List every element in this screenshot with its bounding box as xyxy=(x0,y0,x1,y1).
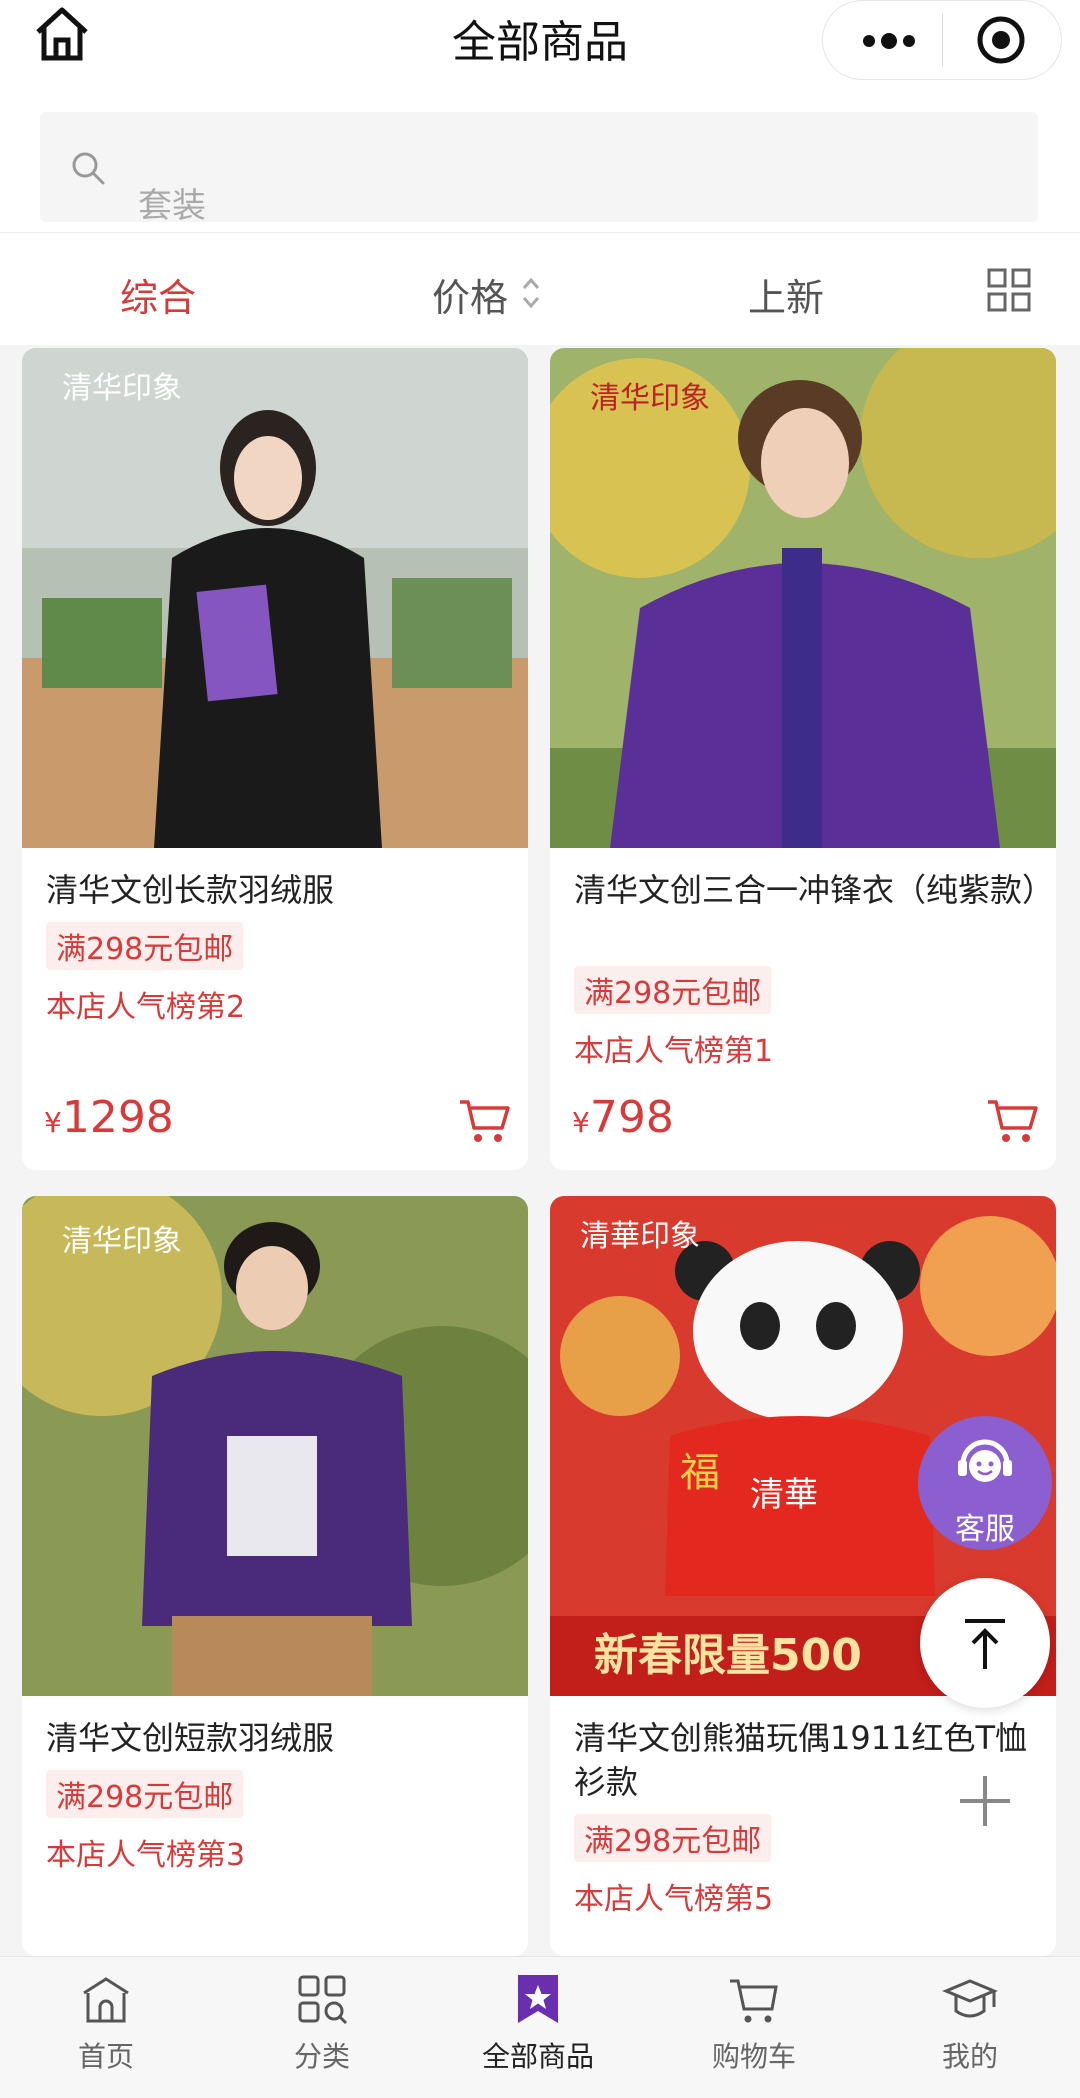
mini-program-capsule xyxy=(822,0,1062,80)
tab-price[interactable]: 价格 xyxy=(432,267,508,322)
search-icon xyxy=(72,152,105,185)
svg-text:新春限量500: 新春限量500 xyxy=(594,1630,862,1681)
tab-comprehensive[interactable]: 综合 xyxy=(120,267,196,322)
home-building-icon xyxy=(83,1977,129,2023)
product-card[interactable]: 清华印象 清华文创短款羽绒服 满298元包邮 本店人气榜第3 xyxy=(22,1196,528,1956)
sort-toggle-icon xyxy=(522,277,540,309)
grid-view-icon[interactable] xyxy=(986,267,1032,313)
price-value: 1298 xyxy=(61,1092,174,1143)
top-bar: 全部商品 xyxy=(0,0,1080,82)
price-value: 798 xyxy=(589,1092,674,1143)
shipping-badge: 满298元包邮 xyxy=(46,922,244,970)
product-image-purple-windbreaker: 清华印象 xyxy=(550,348,1056,848)
nav-item-mine[interactable]: 我的 xyxy=(890,1971,1050,2075)
product-name: 清华文创三合一冲锋衣（纯紫款） xyxy=(574,871,1055,909)
graduation-cap-icon xyxy=(942,1979,998,2018)
svg-text:清华印象: 清华印象 xyxy=(62,1224,182,1259)
nav-item-all-products[interactable]: 全部商品 xyxy=(458,1971,618,2075)
cart-icon xyxy=(730,1979,778,2023)
nav-label: 购物车 xyxy=(711,2040,796,2073)
add-to-cart-icon[interactable] xyxy=(458,1096,510,1144)
plus-icon[interactable] xyxy=(958,1774,1012,1828)
customer-service-button[interactable]: 客服 xyxy=(918,1416,1052,1550)
star-bookmark-icon xyxy=(518,1975,558,2023)
close-target-icon[interactable] xyxy=(976,15,1026,65)
tab-new[interactable]: 上新 xyxy=(748,267,824,322)
popularity-rank: 本店人气榜第3 xyxy=(46,1838,246,1873)
capsule-divider xyxy=(942,13,943,67)
back-to-top-button[interactable] xyxy=(920,1578,1050,1708)
svg-text:清華印象: 清華印象 xyxy=(580,1219,700,1254)
search-placeholder: 套装 xyxy=(138,186,206,222)
nav-item-home[interactable]: 首页 xyxy=(26,1971,186,2075)
search-section: 套装 xyxy=(0,82,1080,232)
product-name: 清华文创长款羽绒服 xyxy=(46,871,335,909)
bottom-navigation: 首页 分类 全部商品 购物车 我的 xyxy=(0,1956,1080,2098)
arrow-up-icon xyxy=(965,1619,1005,1669)
shipping-badge: 满298元包邮 xyxy=(46,1770,244,1818)
customer-service-label: 客服 xyxy=(955,1512,1015,1547)
popularity-rank: 本店人气榜第5 xyxy=(574,1882,774,1917)
popularity-rank: 本店人气榜第2 xyxy=(46,990,246,1025)
more-dots-icon[interactable] xyxy=(859,23,919,59)
nav-item-cart[interactable]: 购物车 xyxy=(674,1971,834,2075)
search-input[interactable]: 套装 xyxy=(40,112,1038,222)
nav-item-category[interactable]: 分类 xyxy=(242,1971,402,2075)
svg-text:清华印象: 清华印象 xyxy=(62,371,182,406)
nav-label: 分类 xyxy=(293,2040,350,2073)
product-price: ¥1298 xyxy=(44,1092,174,1143)
product-price: ¥798 xyxy=(572,1092,674,1143)
currency-symbol: ¥ xyxy=(572,1106,590,1139)
product-card[interactable]: 清華 福 新春限量500 清華印象 清华文创熊猫玩偶1911红色T恤衫款 满29… xyxy=(550,1196,1056,1956)
product-image-short-down-jacket: 清华印象 xyxy=(22,1196,528,1696)
category-grid-icon xyxy=(298,1975,348,2025)
product-name: 清华文创短款羽绒服 xyxy=(46,1719,335,1757)
product-card[interactable]: 清华印象 清华文创长款羽绒服 满298元包邮 本店人气榜第2 ¥1298 xyxy=(22,348,528,1170)
popularity-rank: 本店人气榜第1 xyxy=(574,1034,774,1069)
product-image-long-down-jacket: 清华印象 xyxy=(22,348,528,848)
headset-agent-icon xyxy=(958,1439,1012,1482)
svg-text:清华印象: 清华印象 xyxy=(590,381,710,416)
shipping-badge: 满298元包邮 xyxy=(574,966,772,1014)
product-card[interactable]: 清华印象 清华文创三合一冲锋衣（纯紫款） 满298元包邮 本店人气榜第1 ¥79… xyxy=(550,348,1056,1170)
nav-label: 我的 xyxy=(941,2040,998,2073)
nav-label: 首页 xyxy=(77,2040,134,2073)
svg-text:福: 福 xyxy=(680,1450,720,1496)
nav-label: 全部商品 xyxy=(481,2040,594,2073)
shipping-badge: 满298元包邮 xyxy=(574,1814,772,1862)
sort-tabs: 综合 价格 上新 xyxy=(0,232,1080,345)
currency-symbol: ¥ xyxy=(44,1106,62,1139)
add-to-cart-icon[interactable] xyxy=(986,1096,1038,1144)
svg-text:清華: 清華 xyxy=(750,1475,818,1515)
